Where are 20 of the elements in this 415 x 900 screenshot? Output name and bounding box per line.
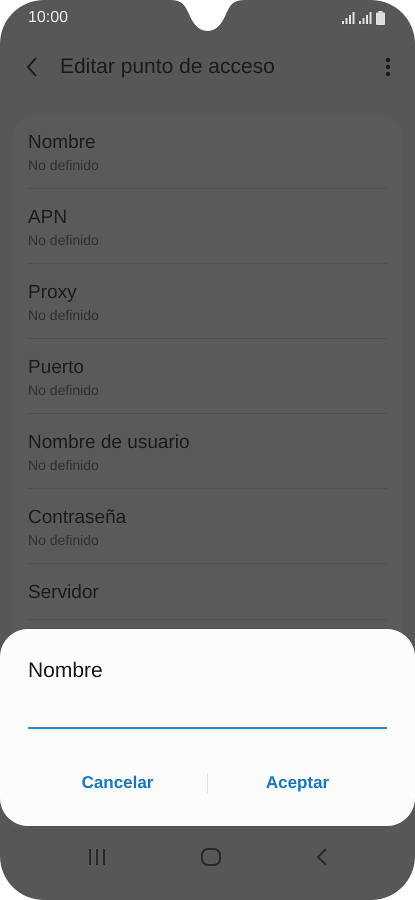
back-icon[interactable] [26,57,38,77]
setting-title[interactable]: Nombre [28,131,387,155]
dialog-title: Nombre [28,659,104,683]
status-time: 10:00 [28,9,68,27]
setting-title[interactable]: Nombre de usuario [28,431,387,455]
more-options-icon[interactable] [385,57,391,77]
setting-title[interactable]: APN [28,206,387,230]
dialog-button[interactable]: Aceptar [208,765,387,801]
setting-title[interactable]: Servidor [28,581,387,605]
recent-apps-icon[interactable] [88,849,106,865]
back-icon[interactable] [316,848,328,866]
setting-title[interactable]: Puerto [28,356,387,380]
battery-icon [376,11,385,25]
screen-title: Editar punto de acceso [60,55,276,79]
dialog-button[interactable]: Cancelar [28,765,207,801]
signal-icon [342,12,355,24]
setting-title[interactable]: Proxy [28,281,387,305]
signal-icon [359,12,372,24]
home-icon[interactable] [200,848,220,866]
setting-title[interactable]: Contraseña [28,506,387,530]
